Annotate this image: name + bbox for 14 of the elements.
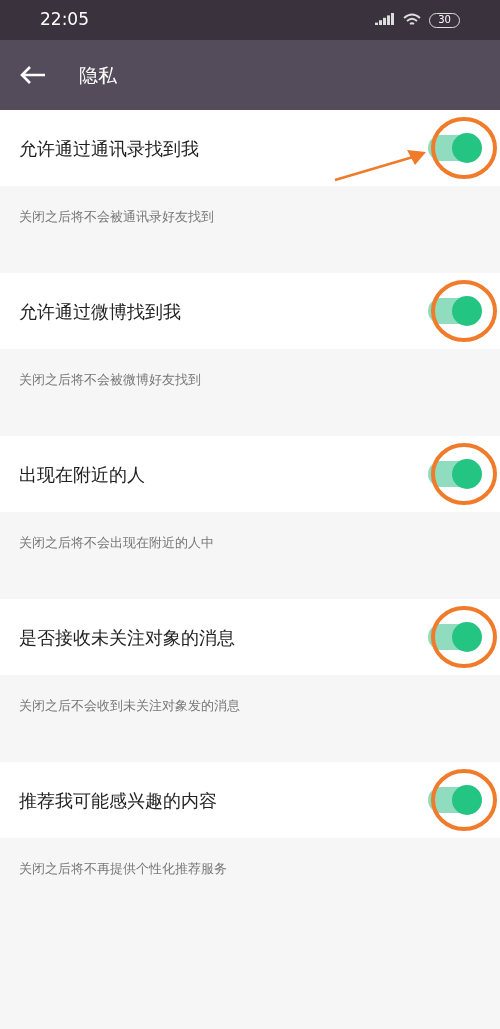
setting-label: 出现在附近的人 [19,462,145,487]
setting-description: 关闭之后不会收到未关注对象发的消息 [19,698,240,713]
setting-label: 推荐我可能感兴趣的内容 [19,788,217,813]
setting-description: 关闭之后将不会出现在附近的人中 [19,535,214,550]
setting-label: 是否接收未关注对象的消息 [19,625,235,650]
setting-label: 允许通过通讯录找到我 [19,136,199,161]
setting-description: 关闭之后将不会被微博好友找到 [19,372,201,387]
page-title: 隐私 [79,62,117,88]
clock: 22:05 [40,8,89,32]
setting-description: 关闭之后将不再提供个性化推荐服务 [19,861,227,876]
setting-description: 关闭之后将不会被通讯录好友找到 [19,209,214,224]
setting-label: 允许通过微博找到我 [19,299,181,324]
signal-icon [375,13,395,27]
wifi-icon [403,13,421,27]
